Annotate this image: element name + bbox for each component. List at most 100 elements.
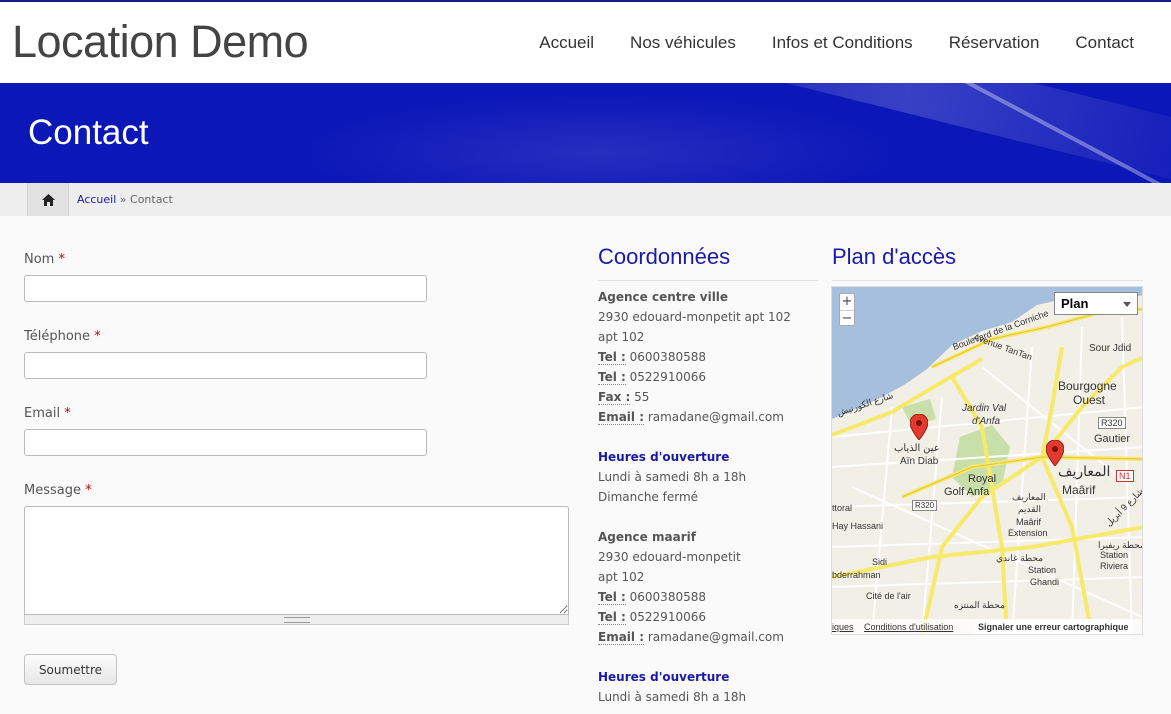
agency-tel: Tel : 0600380588 bbox=[598, 587, 818, 607]
textarea-resize-handle[interactable] bbox=[24, 615, 569, 625]
map-label: Cité de l'air bbox=[866, 591, 911, 601]
nav-reservation[interactable]: Réservation bbox=[949, 33, 1040, 53]
map-marker-icon[interactable] bbox=[910, 414, 928, 440]
nav-vehicules[interactable]: Nos véhicules bbox=[630, 33, 736, 53]
map-label: d'Anfa bbox=[972, 416, 1001, 427]
map-report-error-link[interactable]: Signaler une erreur cartographique bbox=[974, 619, 1133, 634]
map-label: Riviera bbox=[1100, 561, 1129, 571]
email-value: ramadane@gmail.com bbox=[644, 630, 784, 644]
site-title[interactable]: Location Demo bbox=[12, 16, 309, 68]
map-label: N1 bbox=[1116, 470, 1134, 482]
map-label: Bourgogne bbox=[1058, 379, 1117, 393]
map-type-select[interactable]: Plan bbox=[1054, 292, 1138, 315]
nom-label: Nom * bbox=[24, 252, 65, 267]
hours-line: Dimanche fermé bbox=[598, 490, 699, 504]
message-textarea[interactable] bbox=[24, 506, 569, 615]
submit-button[interactable]: Soumettre bbox=[24, 654, 117, 685]
map-terms-link[interactable]: Conditions d'utilisation bbox=[864, 622, 953, 632]
telephone-label: Téléphone * bbox=[24, 329, 101, 344]
agency-email: Email : ramadane@gmail.com bbox=[598, 407, 818, 427]
email-label-text: Email bbox=[24, 406, 61, 421]
map-footer-link[interactable]: iques bbox=[832, 622, 854, 632]
message-label: Message * bbox=[24, 483, 92, 498]
map-label: محطة غاندي bbox=[996, 553, 1044, 563]
hours-line: Lundi à samedi 8h a 18h bbox=[598, 470, 747, 484]
map-label: Hay Hassani bbox=[832, 521, 884, 531]
map-marker-icon[interactable] bbox=[1046, 440, 1064, 466]
coordonnees-divider bbox=[598, 280, 818, 281]
map-label: Jardin Val bbox=[962, 403, 1007, 414]
map-label: Ouest bbox=[1073, 393, 1106, 407]
telephone-label-text: Téléphone bbox=[24, 329, 91, 344]
map-label: Station bbox=[1028, 565, 1057, 575]
access-map[interactable]: + − Plan Boulevard de la Corniche Avenue… bbox=[831, 286, 1143, 635]
breadcrumb-home-link[interactable]: Accueil bbox=[77, 193, 116, 206]
hours-title: Heures d'ouverture bbox=[598, 450, 730, 464]
nav-infos[interactable]: Infos et Conditions bbox=[772, 33, 913, 53]
tel-label: Tel : bbox=[598, 590, 626, 605]
nav-contact[interactable]: Contact bbox=[1075, 33, 1134, 53]
grip-lines bbox=[284, 617, 310, 623]
email-label: Email : bbox=[598, 630, 645, 645]
tel-label: Tel : bbox=[598, 370, 626, 385]
map-label: Gautier bbox=[1094, 433, 1131, 445]
email-value: ramadane@gmail.com bbox=[644, 410, 784, 424]
tel-value: 0522910066 bbox=[625, 610, 706, 624]
coordonnees-block: Agence centre ville 2930 edouard-monpeti… bbox=[598, 287, 818, 707]
required-mark: * bbox=[94, 329, 101, 344]
nom-input[interactable] bbox=[24, 275, 427, 302]
map-label: Sidi bbox=[872, 557, 888, 567]
agency-address: 2930 edouard-monpetit bbox=[598, 550, 741, 564]
map-label: R320 bbox=[1098, 417, 1126, 429]
map-type-value: Plan bbox=[1061, 296, 1089, 311]
agency-tel: Tel : 0522910066 bbox=[598, 607, 818, 627]
chevron-down-icon bbox=[1123, 302, 1131, 307]
nom-label-text: Nom bbox=[24, 252, 55, 267]
zoom-out-button[interactable]: − bbox=[840, 311, 854, 327]
agency-name: Agence centre ville bbox=[598, 290, 729, 304]
tel-value: 0600380588 bbox=[625, 350, 706, 364]
map-label: Maârif bbox=[1016, 517, 1042, 527]
breadcrumb: Accueil » Contact bbox=[77, 193, 173, 206]
required-mark: * bbox=[64, 406, 71, 421]
hours-title: Heures d'ouverture bbox=[598, 670, 730, 684]
message-label-text: Message bbox=[24, 483, 81, 498]
tel-value: 0522910066 bbox=[625, 370, 706, 384]
map-label: R320 bbox=[912, 500, 938, 511]
page-title: Contact bbox=[28, 113, 149, 152]
map-label: Sour Jdid bbox=[1089, 343, 1132, 354]
required-mark: * bbox=[58, 252, 65, 267]
map-label: القديم bbox=[1018, 504, 1042, 514]
zoom-in-button[interactable]: + bbox=[840, 294, 854, 311]
agency-fax: Fax : 55 bbox=[598, 387, 818, 407]
map-label: Station bbox=[1100, 550, 1129, 560]
map-label: ttoral bbox=[832, 503, 853, 513]
coordonnees-title: Coordonnées bbox=[598, 244, 731, 269]
required-mark: * bbox=[85, 483, 92, 498]
map-label: المعاريف bbox=[1058, 463, 1111, 479]
agency-address: apt 102 bbox=[598, 570, 645, 584]
map-label: Aïn Diab bbox=[900, 456, 939, 467]
agency-tel: Tel : 0522910066 bbox=[598, 367, 818, 387]
page-banner: Contact bbox=[0, 83, 1171, 183]
map-label: عين الذياب bbox=[894, 443, 940, 454]
map-footer: iques Conditions d'utilisation Signaler … bbox=[832, 619, 1142, 634]
site-header: Location Demo Accueil Nos véhicules Info… bbox=[0, 2, 1171, 83]
hours-line: Lundi à samedi 8h a 18h bbox=[598, 690, 747, 704]
tel-value: 0600380588 bbox=[625, 590, 706, 604]
email-input[interactable] bbox=[24, 429, 427, 456]
map-title: Plan d'accès bbox=[832, 244, 957, 269]
map-label: Golf Anfa bbox=[944, 486, 990, 498]
agency-tel: Tel : 0600380588 bbox=[598, 347, 818, 367]
map-label: محطة المنتزه bbox=[954, 600, 1005, 610]
agency-address: 2930 edouard-monpetit apt 102 bbox=[598, 310, 791, 324]
home-button[interactable] bbox=[27, 183, 69, 216]
zoom-control: + − bbox=[839, 293, 855, 326]
telephone-input[interactable] bbox=[24, 352, 427, 379]
map-label: bderrahman bbox=[832, 570, 881, 580]
breadcrumb-separator: » bbox=[116, 193, 131, 206]
nav-accueil[interactable]: Accueil bbox=[539, 33, 594, 53]
agency-email: Email : ramadane@gmail.com bbox=[598, 627, 818, 647]
